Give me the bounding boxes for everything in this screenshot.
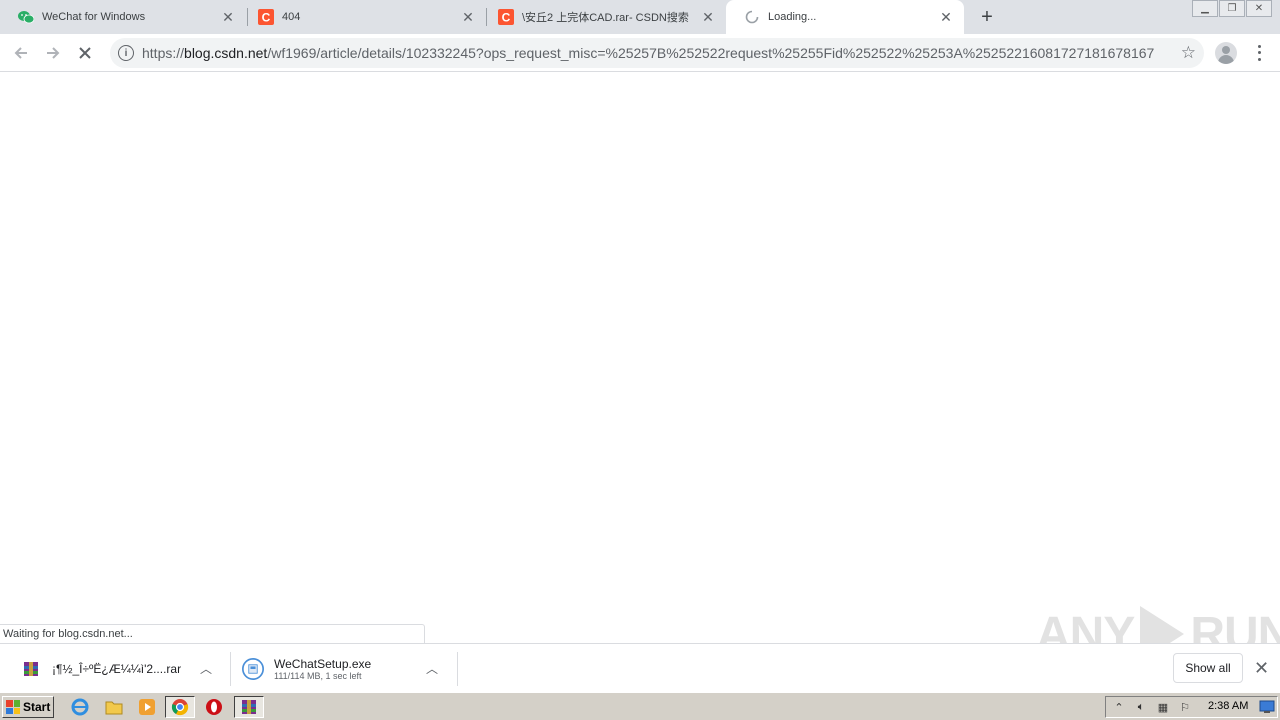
opera-icon[interactable] bbox=[204, 697, 224, 717]
internet-explorer-icon[interactable] bbox=[70, 697, 90, 717]
download-item[interactable]: ¡¶½_Î÷ºË¿Æ¼¼ì'2....rar ︿ bbox=[20, 650, 220, 688]
site-info-icon[interactable]: i bbox=[118, 45, 134, 61]
close-icon[interactable]: ✕ bbox=[1254, 658, 1269, 679]
show-all-button[interactable]: Show all bbox=[1173, 653, 1243, 683]
url-host: blog.csdn.net bbox=[184, 45, 268, 61]
svg-text:C: C bbox=[502, 11, 511, 25]
start-button[interactable]: Start bbox=[2, 696, 54, 718]
windows-logo-icon bbox=[6, 700, 20, 714]
new-tab-button[interactable]: + bbox=[976, 6, 998, 28]
bookmark-star-icon[interactable]: ☆ bbox=[1181, 43, 1196, 63]
tab-wechat[interactable]: WeChat for Windows ✕ bbox=[0, 0, 246, 34]
action-center-flag-icon[interactable]: ⚐ bbox=[1176, 699, 1194, 715]
download-filename: ¡¶½_Î÷ºË¿Æ¼¼ì'2....rar bbox=[52, 662, 182, 676]
browser-menu-button[interactable] bbox=[1252, 43, 1266, 63]
back-button[interactable] bbox=[8, 40, 34, 66]
windows-taskbar: Start ⌃ 🔈︎ ▦ ⚐ 2:38 AM bbox=[0, 692, 1280, 720]
tab-title: 404 bbox=[282, 11, 301, 23]
csdn-icon: C bbox=[498, 9, 514, 25]
download-progress-text: 111/114 MB, 1 sec left bbox=[274, 671, 362, 681]
status-bubble: Waiting for blog.csdn.net... bbox=[0, 624, 425, 643]
chevron-up-icon[interactable]: ︿ bbox=[426, 660, 438, 677]
minimize-button[interactable]: ▁ bbox=[1192, 0, 1218, 17]
svg-text:C: C bbox=[262, 11, 271, 25]
avatar-head bbox=[1222, 46, 1230, 54]
chrome-icon[interactable] bbox=[165, 696, 195, 718]
close-icon[interactable]: ✕ bbox=[700, 9, 716, 25]
stop-loading-button[interactable] bbox=[72, 40, 98, 66]
close-icon[interactable]: ✕ bbox=[220, 9, 236, 25]
wechat-icon bbox=[18, 9, 34, 25]
tab-title: \安丘2 上完体CAD.rar- CSDN搜索 bbox=[522, 12, 689, 24]
tab-404[interactable]: C 404 ✕ bbox=[240, 0, 486, 34]
url-scheme: https:// bbox=[142, 45, 185, 61]
url-path: /wf1969/article/details/102332245?ops_re… bbox=[267, 45, 1154, 61]
forward-button[interactable] bbox=[40, 40, 66, 66]
winrar-taskbar-icon[interactable] bbox=[234, 696, 264, 718]
tab-loading[interactable]: Loading... ✕ bbox=[726, 0, 964, 34]
window-controls: ▁ ❐ ✕ bbox=[1191, 0, 1272, 17]
restore-button[interactable]: ❐ bbox=[1219, 0, 1245, 17]
media-player-icon[interactable] bbox=[137, 697, 157, 717]
download-filename: WeChatSetup.exe bbox=[274, 657, 372, 671]
system-tray: ⌃ 🔈︎ ▦ ⚐ bbox=[1105, 696, 1278, 718]
download-separator bbox=[457, 652, 458, 686]
avatar-body bbox=[1218, 55, 1234, 64]
browser-toolbar: i https://blog.csdn.net/wf1969/article/d… bbox=[0, 34, 1280, 72]
network-icon[interactable]: ▦ bbox=[1154, 699, 1172, 715]
csdn-icon: C bbox=[258, 9, 274, 25]
profile-avatar[interactable] bbox=[1215, 42, 1237, 64]
close-icon[interactable]: ✕ bbox=[938, 9, 954, 25]
loading-spinner-icon bbox=[744, 9, 760, 25]
winrar-icon bbox=[20, 658, 42, 680]
tab-title: WeChat for Windows bbox=[42, 11, 146, 23]
url-text[interactable]: https://blog.csdn.net/wf1969/article/det… bbox=[142, 45, 1154, 61]
show-desktop-icon[interactable] bbox=[1258, 699, 1276, 715]
download-separator bbox=[230, 652, 231, 686]
page-content bbox=[0, 72, 1280, 643]
address-bar[interactable]: i https://blog.csdn.net/wf1969/article/d… bbox=[110, 38, 1204, 68]
installer-icon bbox=[242, 658, 264, 680]
volume-icon[interactable]: 🔈︎ bbox=[1132, 699, 1150, 715]
tab-csdn-search[interactable]: C \安丘2 上完体CAD.rar- CSDN搜索 ✕ bbox=[480, 0, 726, 34]
tab-strip: WeChat for Windows ✕ C 404 ✕ C \安丘2 上完体C… bbox=[0, 0, 1280, 34]
chevron-up-icon[interactable]: ︿ bbox=[200, 660, 212, 677]
download-item[interactable]: WeChatSetup.exe 111/114 MB, 1 sec left ︿ bbox=[242, 650, 446, 688]
download-shelf: ¡¶½_Î÷ºË¿Æ¼¼ì'2....rar ︿ WeChatSetup.exe… bbox=[0, 643, 1280, 692]
folder-icon[interactable] bbox=[104, 697, 124, 717]
start-label: Start bbox=[23, 700, 51, 714]
close-window-button[interactable]: ✕ bbox=[1246, 0, 1272, 17]
tab-title: Loading... bbox=[768, 11, 817, 23]
clock[interactable]: 2:38 AM bbox=[1208, 700, 1248, 712]
close-icon[interactable]: ✕ bbox=[460, 9, 476, 25]
show-hidden-icons-icon[interactable]: ⌃ bbox=[1110, 699, 1128, 715]
